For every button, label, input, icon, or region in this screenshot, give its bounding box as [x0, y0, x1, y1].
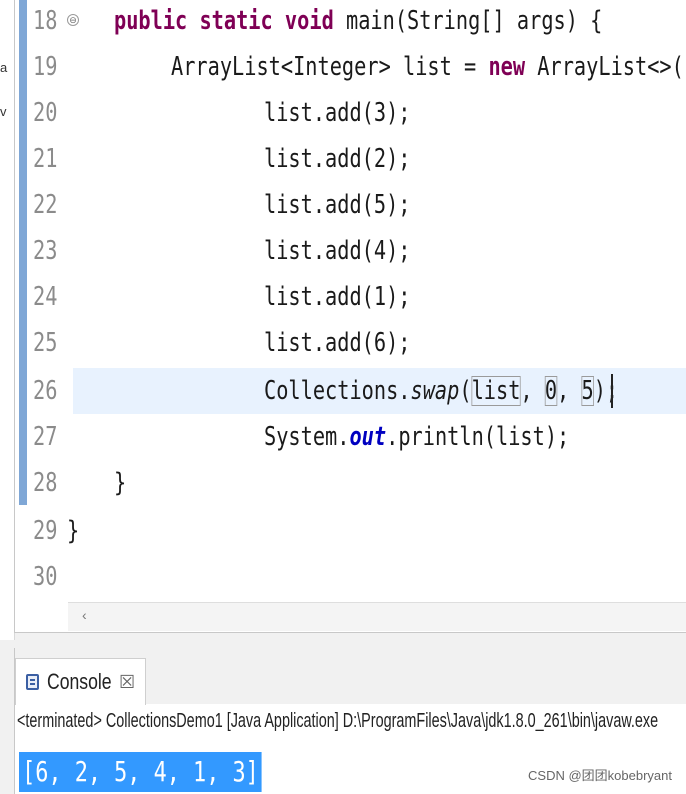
code-line[interactable]: }	[114, 460, 126, 506]
linked-argument[interactable]: 5	[581, 376, 594, 406]
code-line[interactable]: list.add(4);	[264, 228, 411, 274]
method-name: swap	[410, 376, 460, 406]
package-explorer-edge: a v	[0, 0, 15, 640]
line-number: 24	[33, 282, 58, 312]
code-line-current[interactable]: Collections.swap(list, 0, 5);	[264, 368, 618, 414]
code-line[interactable]: list.add(2);	[264, 136, 411, 182]
line-number: 21	[33, 144, 58, 174]
scroll-left-icon[interactable]: ‹	[82, 607, 87, 623]
line-number: 30	[33, 562, 58, 592]
linked-argument[interactable]: 0	[544, 376, 558, 406]
code-line[interactable]: ArrayList<Integer> list = new ArrayList<…	[171, 44, 686, 90]
code-line[interactable]: System.out.println(list);	[264, 414, 569, 460]
line-number: 19	[33, 52, 58, 82]
line-number: 27	[33, 422, 58, 452]
code-line[interactable]: public static void main(String[] args) {	[114, 0, 602, 44]
code-text: ArrayList<Integer> list =	[171, 52, 489, 82]
fold-collapse-icon[interactable]: ⊖	[67, 14, 79, 26]
code-editor[interactable]: 18 ⊖ 19 20 21 22 23 24 25 26 27 28 29 30…	[14, 0, 686, 633]
change-ruler	[19, 0, 27, 505]
console-tab-label: Console	[47, 669, 112, 694]
line-number: 20	[33, 98, 58, 128]
code-line[interactable]: }	[67, 508, 79, 554]
console-output[interactable]: [6, 2, 5, 4, 1, 3]	[19, 752, 262, 792]
code-text: main(String[] args) {	[333, 6, 603, 36]
console-status-text: <terminated> CollectionsDemo1 [Java Appl…	[17, 710, 659, 732]
console-icon	[26, 674, 39, 690]
static-field: out	[349, 422, 387, 452]
code-text: ArrayList<>();	[537, 52, 686, 82]
explorer-fragment: a	[0, 60, 8, 75]
horizontal-scrollbar[interactable]: ‹	[68, 602, 686, 631]
code-line[interactable]: list.add(6);	[264, 320, 411, 366]
line-number: 18	[33, 6, 58, 36]
tab-console[interactable]: Console ☒	[15, 658, 147, 705]
line-number: 28	[33, 468, 58, 498]
linked-argument[interactable]: list	[471, 376, 521, 406]
code-text: Collections.	[264, 376, 411, 406]
code-text: System.	[264, 422, 350, 452]
code-text: ,	[557, 376, 582, 406]
code-text: .println(list);	[386, 422, 570, 452]
line-number: 22	[33, 190, 58, 220]
explorer-fragment: v	[0, 104, 7, 119]
code-line[interactable]: list.add(3);	[264, 90, 411, 136]
keyword: public static void	[114, 6, 334, 36]
line-number: 25	[33, 328, 58, 358]
code-text: (	[459, 376, 472, 406]
watermark: CSDN @团团kobebryant	[528, 768, 672, 783]
console-tab-bar: Console ☒	[15, 648, 686, 705]
line-number: 26	[33, 376, 58, 406]
keyword: new	[488, 52, 526, 82]
text-caret	[611, 374, 613, 408]
code-line[interactable]: list.add(5);	[264, 182, 411, 228]
line-number: 29	[33, 516, 58, 546]
code-text: );	[593, 376, 619, 406]
close-icon[interactable]: ☒	[119, 672, 135, 693]
code-text: ,	[520, 376, 545, 406]
code-line[interactable]: list.add(1);	[264, 274, 411, 320]
line-number: 23	[33, 236, 58, 266]
